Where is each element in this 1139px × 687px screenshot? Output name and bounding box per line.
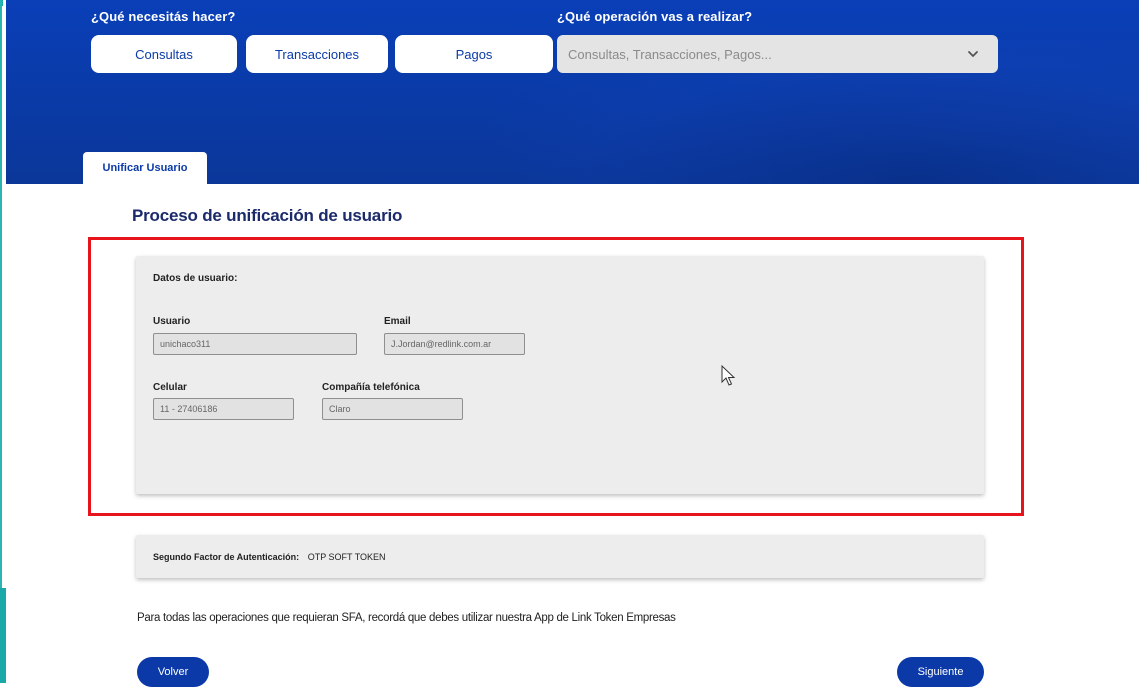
question-need: ¿Qué necesitás hacer? (91, 9, 236, 24)
transacciones-button[interactable]: Transacciones (246, 35, 388, 73)
sfa-info: Segundo Factor de Autenticación: OTP SOF… (153, 552, 386, 562)
accent-block (0, 588, 6, 683)
sfa-label: Segundo Factor de Autenticación: (153, 552, 300, 562)
chevron-down-icon (968, 51, 978, 57)
accent-line (0, 0, 2, 590)
pagos-button[interactable]: Pagos (395, 35, 553, 73)
sfa-note: Para todas las operaciones que requieran… (137, 612, 676, 624)
consultas-button[interactable]: Consultas (91, 35, 237, 73)
operation-select-placeholder: Consultas, Transacciones, Pagos... (568, 46, 772, 62)
operation-select[interactable]: Consultas, Transacciones, Pagos... (557, 35, 998, 73)
sfa-value: OTP SOFT TOKEN (307, 552, 386, 562)
tab-unificar-usuario[interactable]: Unificar Usuario (83, 152, 207, 184)
highlight-box (88, 237, 1024, 516)
page-title: Proceso de unificación de usuario (132, 206, 403, 225)
question-operation: ¿Qué operación vas a realizar? (557, 9, 753, 24)
tab-label: Unificar Usuario (102, 162, 188, 174)
mouse-cursor-icon (721, 365, 736, 386)
